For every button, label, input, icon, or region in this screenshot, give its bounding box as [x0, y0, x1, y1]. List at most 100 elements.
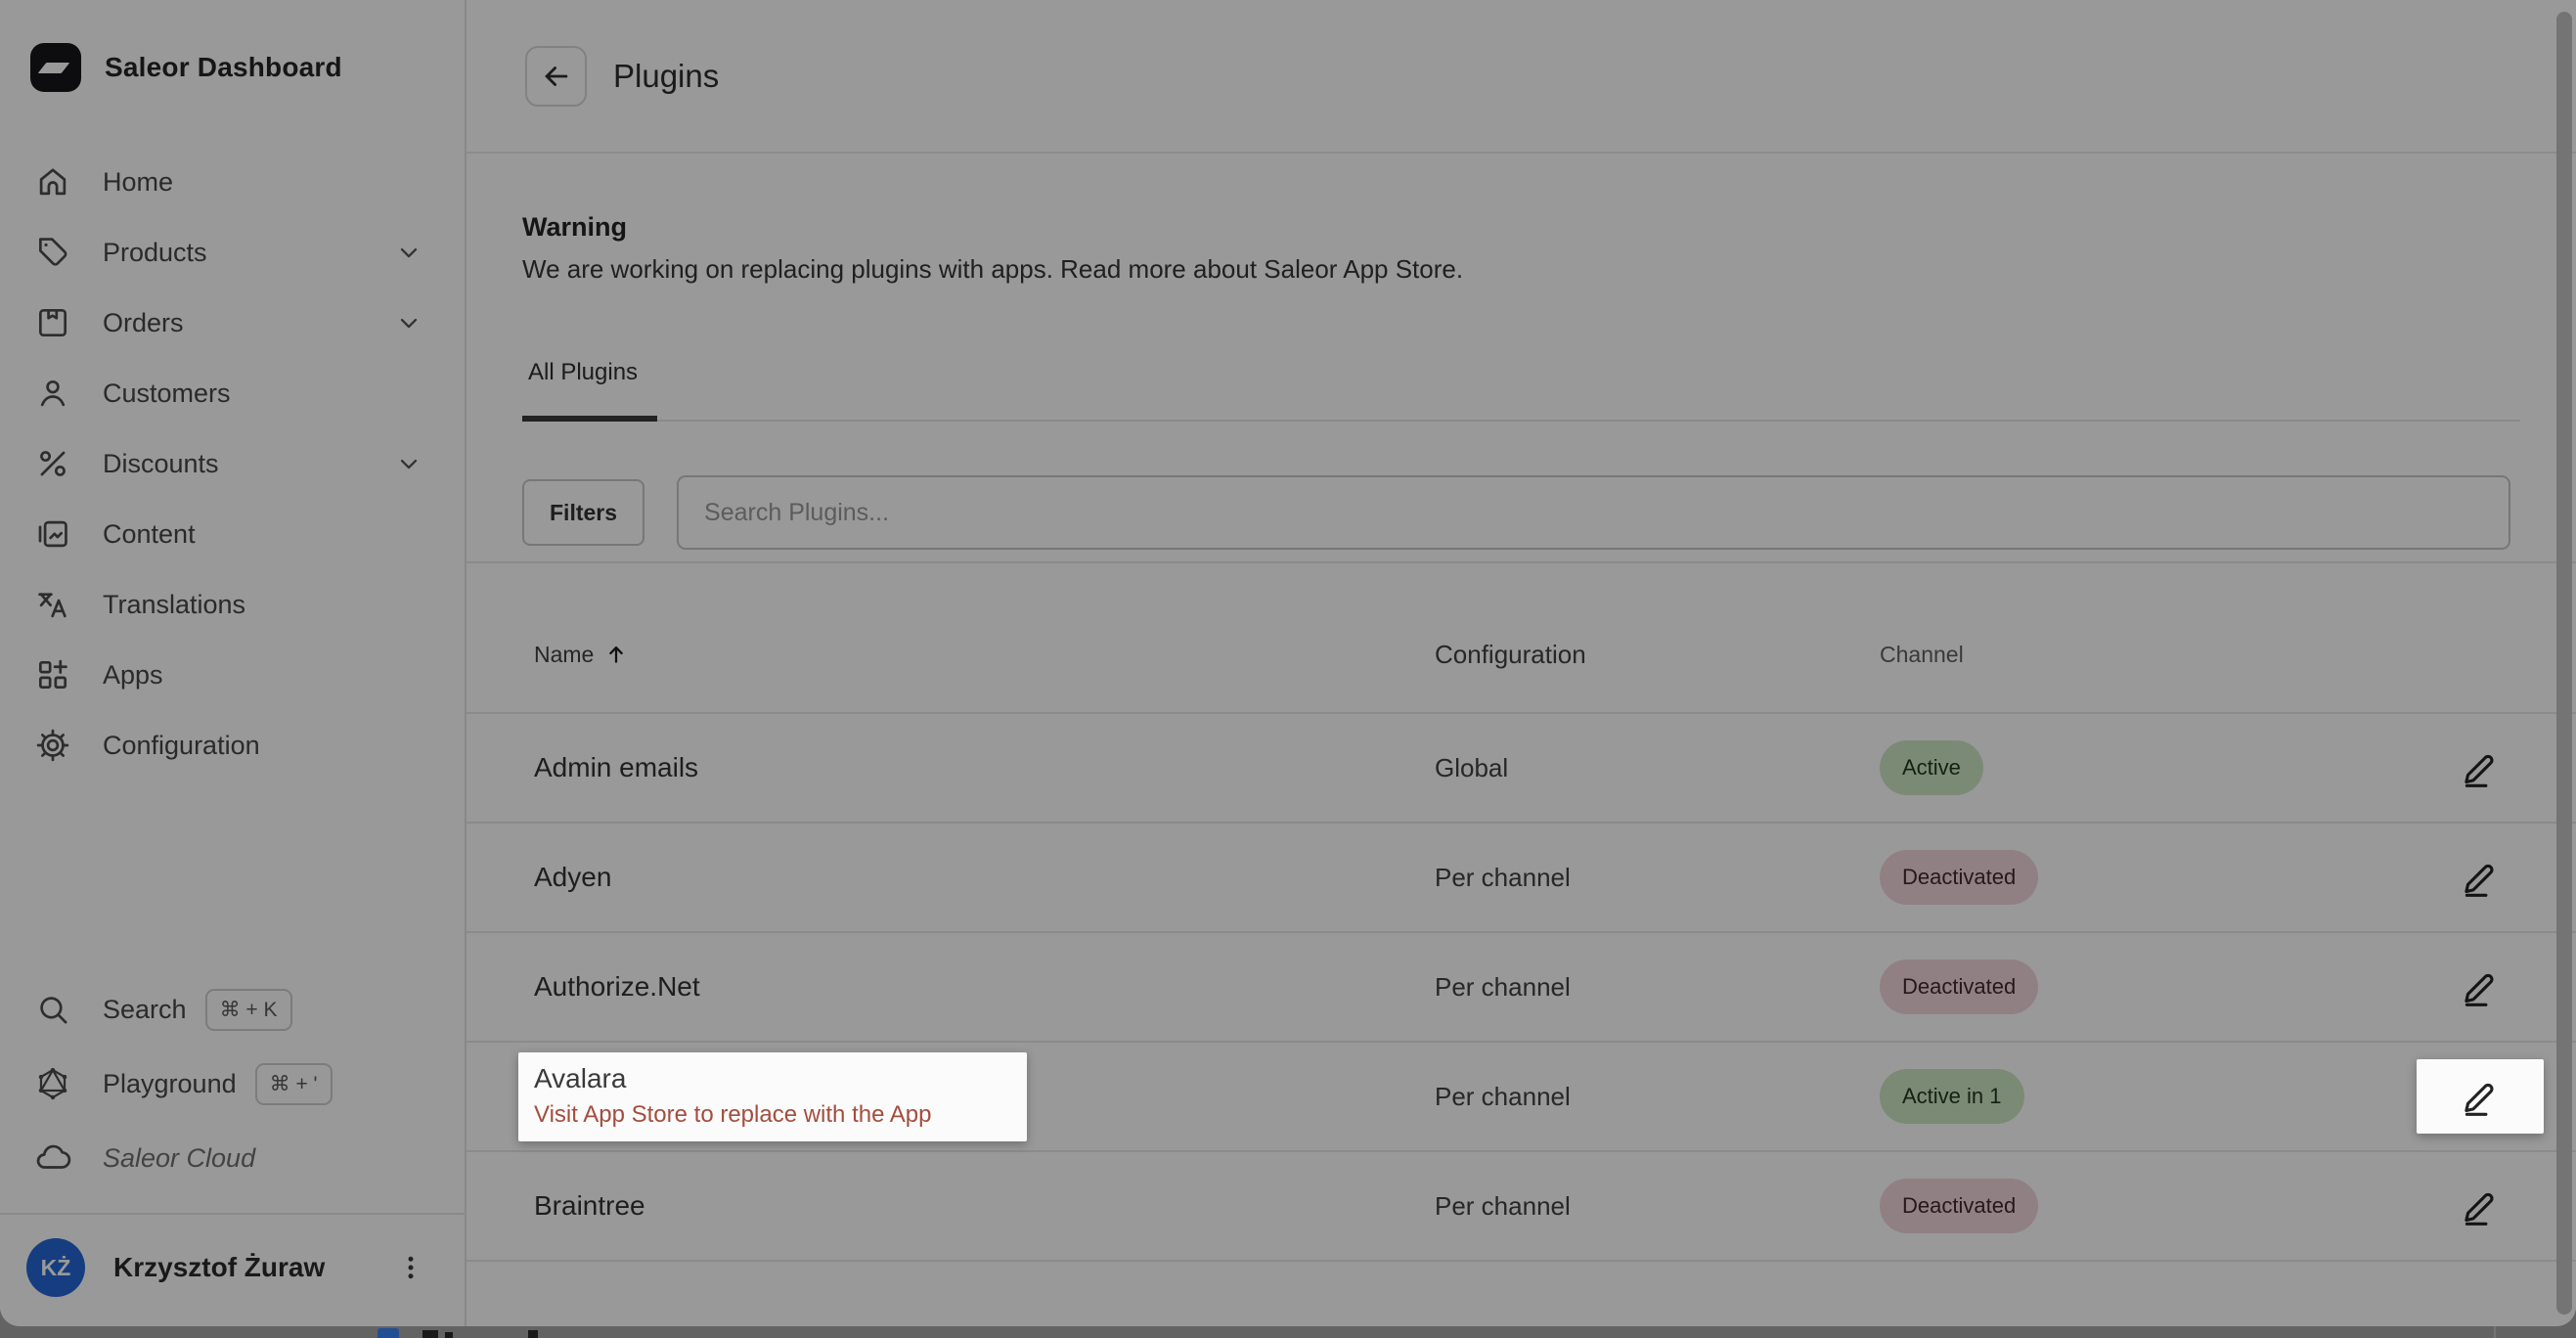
- brand-name: Saleor Dashboard: [105, 52, 342, 83]
- plugin-name: Adyen: [534, 862, 611, 892]
- warning-body: We are working on replacing plugins with…: [522, 254, 2520, 285]
- table-row-admin-emails[interactable]: Admin emails Global Active: [466, 714, 2576, 824]
- search-input[interactable]: [677, 475, 2510, 550]
- page-header: Plugins: [466, 0, 2576, 154]
- status-badge: Active: [1880, 740, 1983, 795]
- status-badge: Deactivated: [1880, 959, 2038, 1014]
- filters-button[interactable]: Filters: [522, 479, 644, 546]
- status-badge: Deactivated: [1880, 850, 2038, 905]
- sidebar-item-customers[interactable]: Customers: [0, 358, 465, 428]
- translate-icon: [33, 585, 72, 624]
- background-page-strip: [0, 1326, 2576, 1338]
- cloud-icon: [33, 1138, 72, 1178]
- plugin-name: Admin emails: [534, 752, 698, 782]
- warning-notice: Warning We are working on replacing plug…: [522, 212, 2520, 285]
- plugins-table: Name Configuration Channel Admin emails …: [466, 561, 2576, 1262]
- sidebar-item-orders[interactable]: Orders: [0, 288, 465, 358]
- sidebar-item-home[interactable]: Home: [0, 147, 465, 217]
- sidebar-item-label: Configuration: [103, 731, 260, 761]
- sidebar-item-label: Playground: [103, 1069, 237, 1099]
- background-text-fragment: [422, 1330, 438, 1338]
- spotlight-avalara-cell: Avalara Visit App Store to replace with …: [518, 1052, 1027, 1141]
- column-header-channel[interactable]: Channel: [1880, 642, 2410, 668]
- saleor-logo-icon: [30, 43, 81, 92]
- back-button[interactable]: [525, 46, 587, 107]
- column-header-name[interactable]: Name: [466, 642, 1435, 668]
- sidebar-item-discounts[interactable]: Discounts: [0, 428, 465, 499]
- person-icon: [33, 374, 72, 413]
- package-icon: [33, 303, 72, 342]
- percent-icon: [33, 444, 72, 483]
- plugin-configuration: Global: [1435, 753, 1880, 783]
- edit-plugin-button-highlighted[interactable]: [2417, 1059, 2544, 1134]
- sidebar-item-apps[interactable]: Apps: [0, 640, 465, 710]
- graphql-icon: [33, 1064, 72, 1103]
- sidebar-item-label: Customers: [103, 379, 231, 409]
- table-row-avalara[interactable]: Avalara Visit App Store to replace with …: [466, 1043, 2576, 1152]
- background-text-fragment: [528, 1330, 538, 1338]
- chevron-down-icon: [395, 309, 422, 336]
- table-row-adyen[interactable]: Adyen Per channel Deactivated: [466, 824, 2576, 933]
- app-store-replace-link[interactable]: Visit App Store to replace with the App: [534, 1101, 1027, 1129]
- shortcut-badge: ⌘ + ': [255, 1063, 333, 1105]
- sidebar-item-translations[interactable]: Translations: [0, 569, 465, 640]
- app-window: Saleor Dashboard Home Products: [0, 0, 2576, 1326]
- plugin-name: Authorize.Net: [534, 971, 700, 1002]
- background-divider: [2494, 1326, 2496, 1338]
- sidebar-item-label: Discounts: [103, 449, 219, 479]
- background-blue-glyph: [378, 1328, 399, 1338]
- toolbar: Filters: [522, 475, 2510, 550]
- page-title: Plugins: [613, 58, 719, 95]
- plugin-configuration: Per channel: [1435, 1082, 1880, 1112]
- sidebar-item-label: Orders: [103, 308, 184, 338]
- pencil-icon: [2459, 965, 2502, 1008]
- plugin-configuration: Per channel: [1435, 1191, 1880, 1222]
- sidebar-item-label: Translations: [103, 590, 245, 620]
- shortcut-badge: ⌘ + K: [205, 989, 292, 1031]
- sidebar-item-content[interactable]: Content: [0, 499, 465, 569]
- sidebar-item-label: Saleor Cloud: [103, 1143, 255, 1174]
- sidebar-item-configuration[interactable]: Configuration: [0, 710, 465, 780]
- table-row-braintree[interactable]: Braintree Per channel Deactivated: [466, 1152, 2576, 1262]
- chevron-down-icon: [395, 450, 422, 477]
- sidebar-item-playground[interactable]: Playground ⌘ + ': [0, 1047, 465, 1121]
- column-header-configuration[interactable]: Configuration: [1435, 640, 1880, 670]
- pages-icon: [33, 514, 72, 554]
- sidebar-item-label: Products: [103, 238, 207, 268]
- background-text-fragment: [445, 1332, 453, 1338]
- status-badge: Deactivated: [1880, 1179, 2038, 1233]
- plugin-name: Avalara: [534, 1063, 626, 1093]
- arrow-left-icon: [540, 60, 573, 93]
- edit-plugin-button[interactable]: [2417, 731, 2544, 805]
- edit-plugin-button[interactable]: [2417, 840, 2544, 914]
- sidebar-item-products[interactable]: Products: [0, 217, 465, 288]
- sort-ascending-icon: [603, 642, 629, 667]
- table-row-authorize-net[interactable]: Authorize.Net Per channel Deactivated: [466, 933, 2576, 1043]
- user-menu[interactable]: KŻ Krzysztof Żuraw: [0, 1215, 465, 1326]
- home-icon: [33, 162, 72, 201]
- sidebar-item-saleor-cloud[interactable]: Saleor Cloud: [0, 1121, 465, 1195]
- user-name: Krzysztof Żuraw: [113, 1252, 325, 1283]
- sidebar-item-label: Home: [103, 167, 173, 198]
- apps-icon: [33, 655, 72, 694]
- sidebar-item-label: Content: [103, 519, 196, 550]
- sidebar-item-label: Search: [103, 995, 187, 1025]
- pencil-icon: [2459, 746, 2502, 789]
- kebab-menu-icon[interactable]: [396, 1253, 425, 1282]
- warning-title: Warning: [522, 212, 2520, 243]
- sidebar-spacer: [0, 780, 465, 972]
- table-header: Name Configuration Channel: [466, 563, 2576, 714]
- edit-plugin-button[interactable]: [2417, 950, 2544, 1024]
- tag-icon: [33, 233, 72, 272]
- sidebar-item-label: Apps: [103, 660, 163, 691]
- gear-icon: [33, 726, 72, 765]
- edit-plugin-button[interactable]: [2417, 1169, 2544, 1243]
- tab-all-plugins[interactable]: All Plugins: [522, 359, 657, 422]
- scrollbar-thumb[interactable]: [2556, 12, 2572, 1315]
- sidebar-item-search[interactable]: Search ⌘ + K: [0, 972, 465, 1047]
- search-icon: [33, 990, 72, 1029]
- tab-bar: All Plugins: [522, 359, 2520, 422]
- pencil-icon: [2459, 1184, 2502, 1227]
- plugin-configuration: Per channel: [1435, 863, 1880, 893]
- sidebar: Saleor Dashboard Home Products: [0, 0, 466, 1326]
